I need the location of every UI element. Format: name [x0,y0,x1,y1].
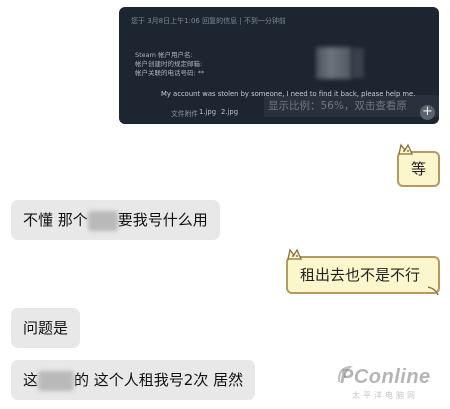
field-phone-label: 帐户关联的电话号码: ** [135,69,205,77]
message-text: 租出去也不是不行 [300,266,421,284]
watermark-brand: PConline [340,366,431,388]
chat-bubble-received: 这 的 这个人租我号2次 居然 [11,360,256,400]
ticket-header: 您于 3月8日上午1:06 回复的信息 | 不到一分钟前 [131,17,286,25]
message-text: 的 这个人租我号2次 居然 [74,371,244,389]
redacted-word [87,210,118,231]
message-text: 要我号什么用 [117,211,208,229]
chat-bubble-sent: 等 [397,151,440,187]
message-text: 不懂 那个 [23,211,88,229]
chat-bubble-received: 不懂 那个 要我号什么用 [11,200,220,240]
zoom-plus-icon[interactable]: + [420,105,435,120]
attachment-file[interactable]: 1.jpg [199,108,216,116]
display-ratio-text: 显示比例：56%，双击查看原 [268,100,407,112]
chat-bubble-sent: 租出去也不是不行 [286,256,440,294]
cat-ears-icon [287,248,303,260]
message-text: 问题是 [23,319,69,337]
message-text: 等 [410,160,426,178]
redacted-area-edge [352,48,364,78]
redacted-word [38,370,75,391]
watermark-subtitle: 太平洋电脑网 [352,391,418,400]
message-text: 这 [23,371,39,389]
redacted-area [316,47,352,79]
attachment-label: 文件附件 [171,110,199,118]
cat-tail-icon [427,286,439,296]
chat-bubble-received: 问题是 [11,308,81,348]
attachment-file[interactable]: 2.jpg [221,108,238,116]
cat-ears-icon [398,143,414,155]
steam-ticket-screenshot: 您于 3月8日上午1:06 回复的信息 | 不到一分钟前 Steam 帐户用户名… [119,7,439,124]
